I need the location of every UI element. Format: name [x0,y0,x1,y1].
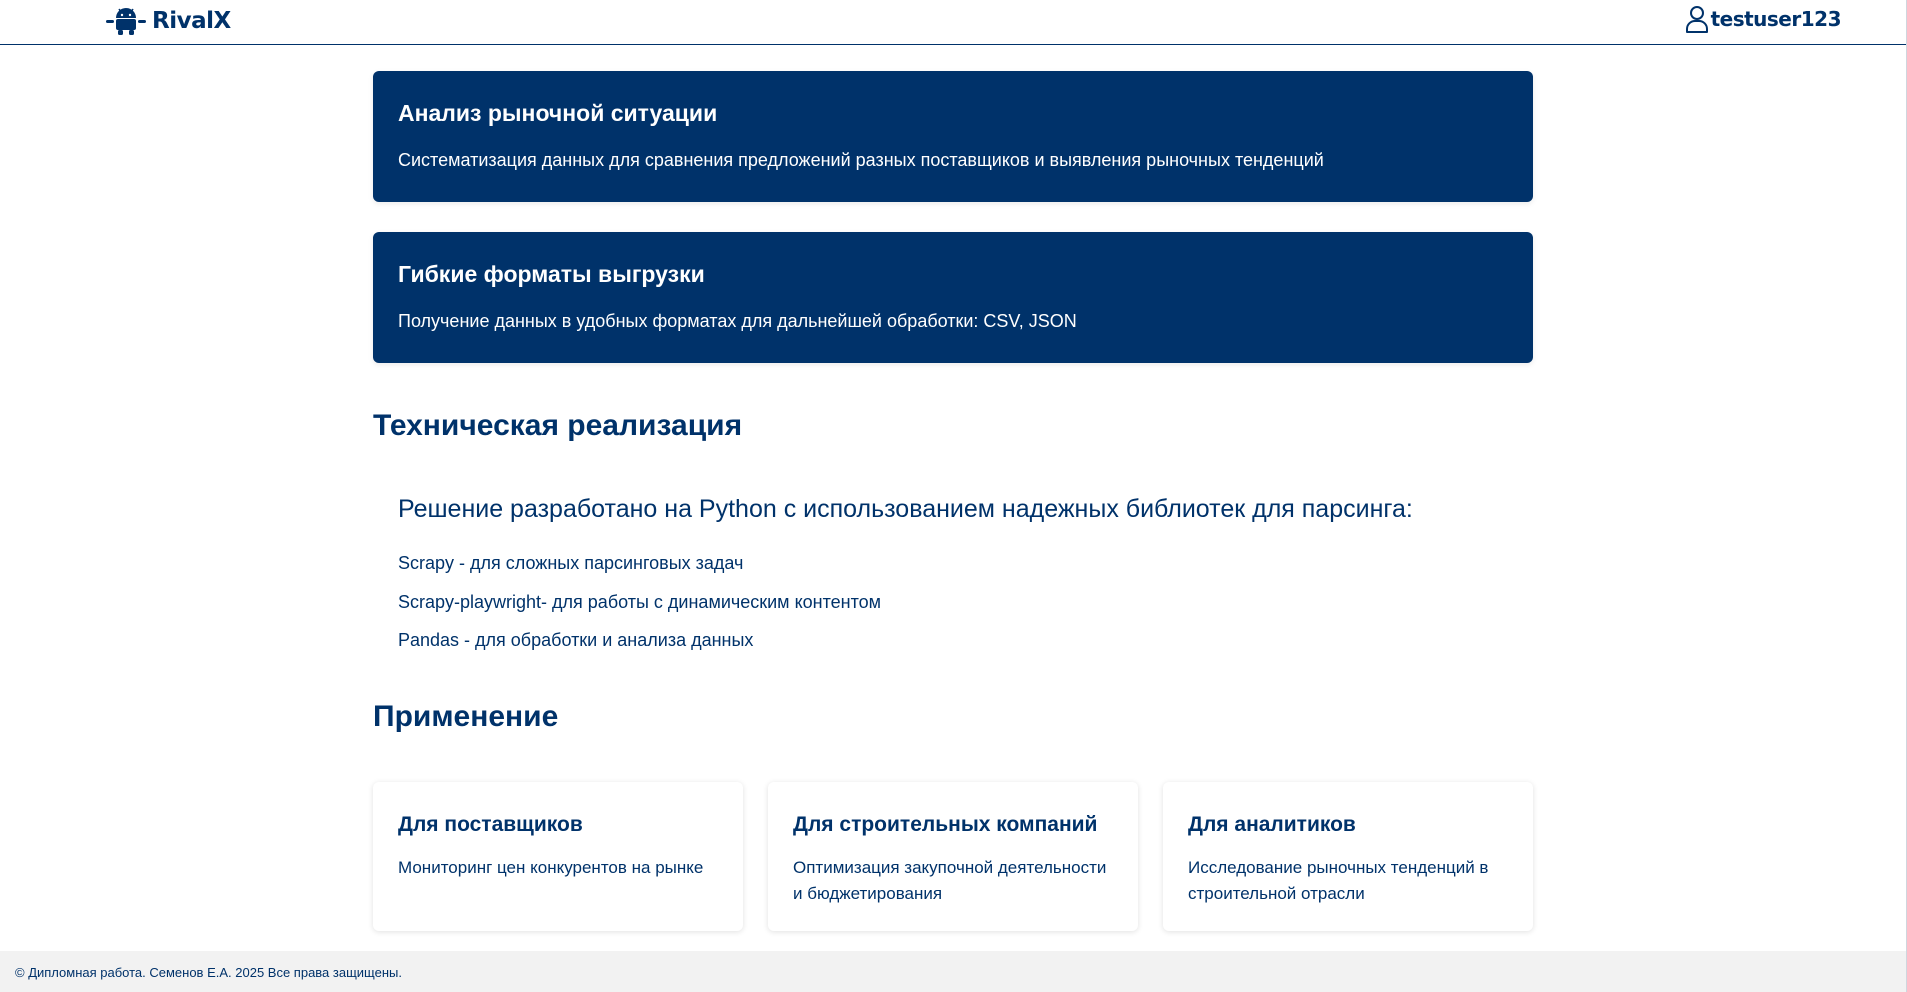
feature-text: Получение данных в удобных форматах для … [398,311,1077,331]
feature-title: Анализ рыночной ситуации [398,100,718,126]
feature-card-market-analysis: Анализ рыночной ситуации Систематизация … [373,71,1533,202]
footer-copyright: © Дипломная работа. Семенов Е.А. 2025 Вс… [15,965,402,980]
user-menu[interactable]: testuser123 [1685,5,1842,33]
applications-grid: Для поставщиков Мониторинг цен конкурент… [373,782,1533,931]
site-footer: © Дипломная работа. Семенов Е.А. 2025 Вс… [0,951,1907,992]
list-item: Pandas - для обработки и анализа данных [398,630,754,650]
feature-text: Систематизация данных для сравнения пред… [398,150,1324,170]
username: testuser123 [1710,7,1842,31]
tech-section-title: Техническая реализация [373,409,743,442]
app-card-title: Для аналитиков [1188,813,1356,836]
tech-intro: Решение разработано на Python с использо… [398,495,1413,523]
app-card-title: Для поставщиков [398,813,583,836]
list-item: Scrapy - для сложных парсинговых задач [398,553,744,573]
app-card-title: Для строительных компаний [793,813,1098,836]
list-item: Scrapy-playwright- для работы с динамиче… [398,591,882,612]
logo-text: RivalX [152,8,231,34]
page: RivalX testuser123 Анализ рыночной ситуа… [0,0,1907,992]
app-card-text: Мониторинг цен конкурентов на рынке [398,858,704,877]
app-card-construction: Для строительных компаний Оптимизация за… [768,782,1138,931]
tech-list: Scrapy - для сложных парсинговых задач S… [398,552,881,668]
app-card-analysts: Для аналитиков Исследование рыночных тен… [1163,782,1533,931]
app-card-text: Оптимизация закупочной деятельности и бю… [793,858,1107,903]
feature-card-export-formats: Гибкие форматы выгрузки Получение данных… [373,232,1533,363]
app-card-text: Исследование рыночных тенденций в строит… [1188,858,1489,903]
user-icon [1685,6,1708,33]
main-content: Анализ рыночной ситуации Систематизация … [373,71,1533,393]
site-header: RivalX testuser123 [0,0,1907,45]
robot-icon [106,8,146,35]
feature-title: Гибкие форматы выгрузки [398,261,705,287]
app-card-suppliers: Для поставщиков Мониторинг цен конкурент… [373,782,743,931]
applications-section-title: Применение [373,700,559,733]
logo-link[interactable]: RivalX [104,6,231,36]
